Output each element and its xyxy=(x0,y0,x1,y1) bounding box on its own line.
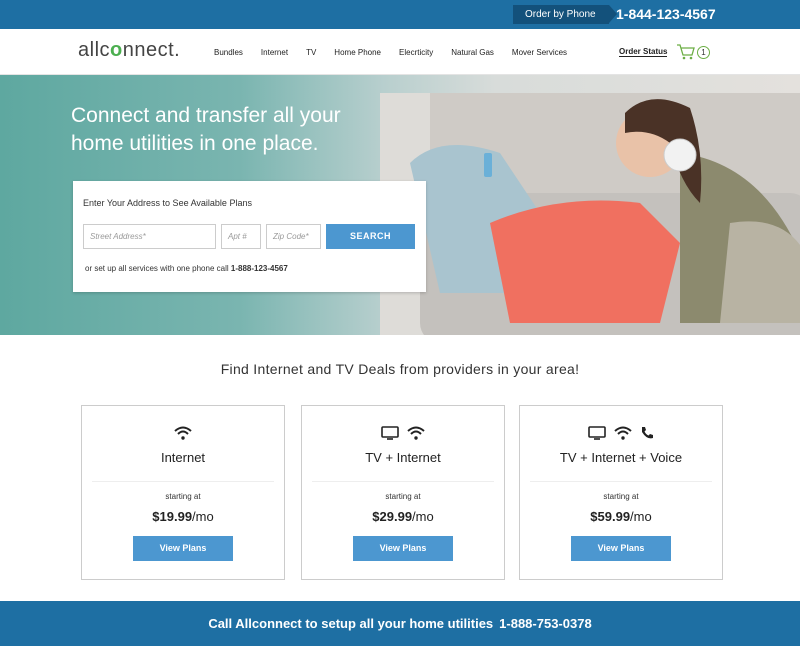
plan-price-unit: /mo xyxy=(630,509,652,524)
phone-setup-number[interactable]: 1-888-123-4567 xyxy=(231,264,288,273)
plan-icons xyxy=(520,424,722,440)
phone-icon xyxy=(642,426,654,439)
address-search-card: Enter Your Address to See Available Plan… xyxy=(73,181,426,292)
top-phone-number[interactable]: 1-844-123-4567 xyxy=(616,5,716,24)
logo-power-mark: o xyxy=(110,39,123,61)
order-status-link[interactable]: Order Status xyxy=(619,47,668,57)
nav-link-internet[interactable]: Internet xyxy=(261,48,288,57)
footer-call-bar: Call Allconnect to setup all your home u… xyxy=(0,601,800,646)
footer-phone-number[interactable]: 1-888-753-0378 xyxy=(499,616,592,631)
plan-starting-label: starting at xyxy=(165,492,201,501)
nav-link-bundles[interactable]: Bundles xyxy=(214,48,243,57)
plan-icons xyxy=(82,424,284,440)
plan-divider xyxy=(312,481,494,482)
address-card-title: Enter Your Address to See Available Plan… xyxy=(83,198,252,208)
plan-card-tv-internet: TV + Internet starting at $29.99/mo View… xyxy=(301,405,505,580)
nav-link-home-phone[interactable]: Home Phone xyxy=(334,48,381,57)
hero-woman-on-sofa-image xyxy=(380,93,800,335)
plan-starting-label: starting at xyxy=(603,492,639,501)
logo-text-suffix: nnect. xyxy=(122,39,181,61)
view-plans-button[interactable]: View Plans xyxy=(133,536,233,561)
plan-price-unit: /mo xyxy=(192,509,214,524)
nav-links: Bundles Internet TV Home Phone Elecrtici… xyxy=(214,29,585,75)
nav-link-electricity[interactable]: Elecrticity xyxy=(399,48,433,57)
plan-title: Internet xyxy=(160,450,206,465)
search-button[interactable]: SEARCH xyxy=(326,224,415,249)
deals-heading: Find Internet and TV Deals from provider… xyxy=(220,361,580,377)
tv-icon xyxy=(587,425,606,440)
nav-link-mover-services[interactable]: Mover Services xyxy=(512,48,567,57)
plan-card-internet: Internet starting at $19.99/mo View Plan… xyxy=(81,405,285,580)
wifi-icon xyxy=(174,426,192,440)
plan-title: TV + Internet + Voice xyxy=(559,450,683,465)
plan-card-tv-internet-voice: TV + Internet + Voice starting at $59.99… xyxy=(519,405,723,580)
plan-price-amount: $29.99 xyxy=(372,509,413,524)
top-bar: Order by Phone 1-844-123-4567 xyxy=(0,0,800,29)
plan-starting-label: starting at xyxy=(385,492,421,501)
logo-text-prefix: allc xyxy=(78,39,111,61)
allconnect-logo[interactable]: allconnect. xyxy=(78,39,180,62)
plan-divider xyxy=(530,481,712,482)
plan-price: $59.99/mo xyxy=(520,509,722,524)
street-address-input[interactable]: Street Address* xyxy=(83,224,216,249)
plan-price-amount: $59.99 xyxy=(590,509,631,524)
footer-call-text: Call Allconnect to setup all your home u… xyxy=(208,616,494,631)
apt-number-input[interactable]: Apt # xyxy=(221,224,261,249)
plan-price: $29.99/mo xyxy=(302,509,504,524)
zip-code-input[interactable]: Zip Code* xyxy=(266,224,321,249)
hero-headline: Connect and transfer all your home utili… xyxy=(71,104,341,155)
phone-setup-note: or set up all services with one phone ca… xyxy=(85,264,288,273)
view-plans-button[interactable]: View Plans xyxy=(571,536,671,561)
main-nav: allconnect. Bundles Internet TV Home Pho… xyxy=(0,29,800,75)
plan-price-amount: $19.99 xyxy=(152,509,193,524)
view-plans-button[interactable]: View Plans xyxy=(353,536,453,561)
plan-icons xyxy=(302,424,504,440)
plan-price: $19.99/mo xyxy=(82,509,284,524)
plan-divider xyxy=(92,481,274,482)
hero-banner: Connect and transfer all your home utili… xyxy=(0,75,800,335)
order-by-phone-label: Order by Phone xyxy=(513,5,617,24)
plan-title: TV + Internet xyxy=(365,450,441,465)
plan-price-unit: /mo xyxy=(412,509,434,524)
wifi-icon xyxy=(407,426,425,440)
wifi-icon xyxy=(614,426,632,440)
nav-link-natural-gas[interactable]: Natural Gas xyxy=(451,48,494,57)
cart-count-badge[interactable]: 1 xyxy=(697,46,710,59)
phone-setup-note-text: or set up all services with one phone ca… xyxy=(85,264,229,273)
nav-link-tv[interactable]: TV xyxy=(306,48,316,57)
tv-icon xyxy=(380,425,399,440)
shopping-cart-icon[interactable] xyxy=(677,44,695,60)
